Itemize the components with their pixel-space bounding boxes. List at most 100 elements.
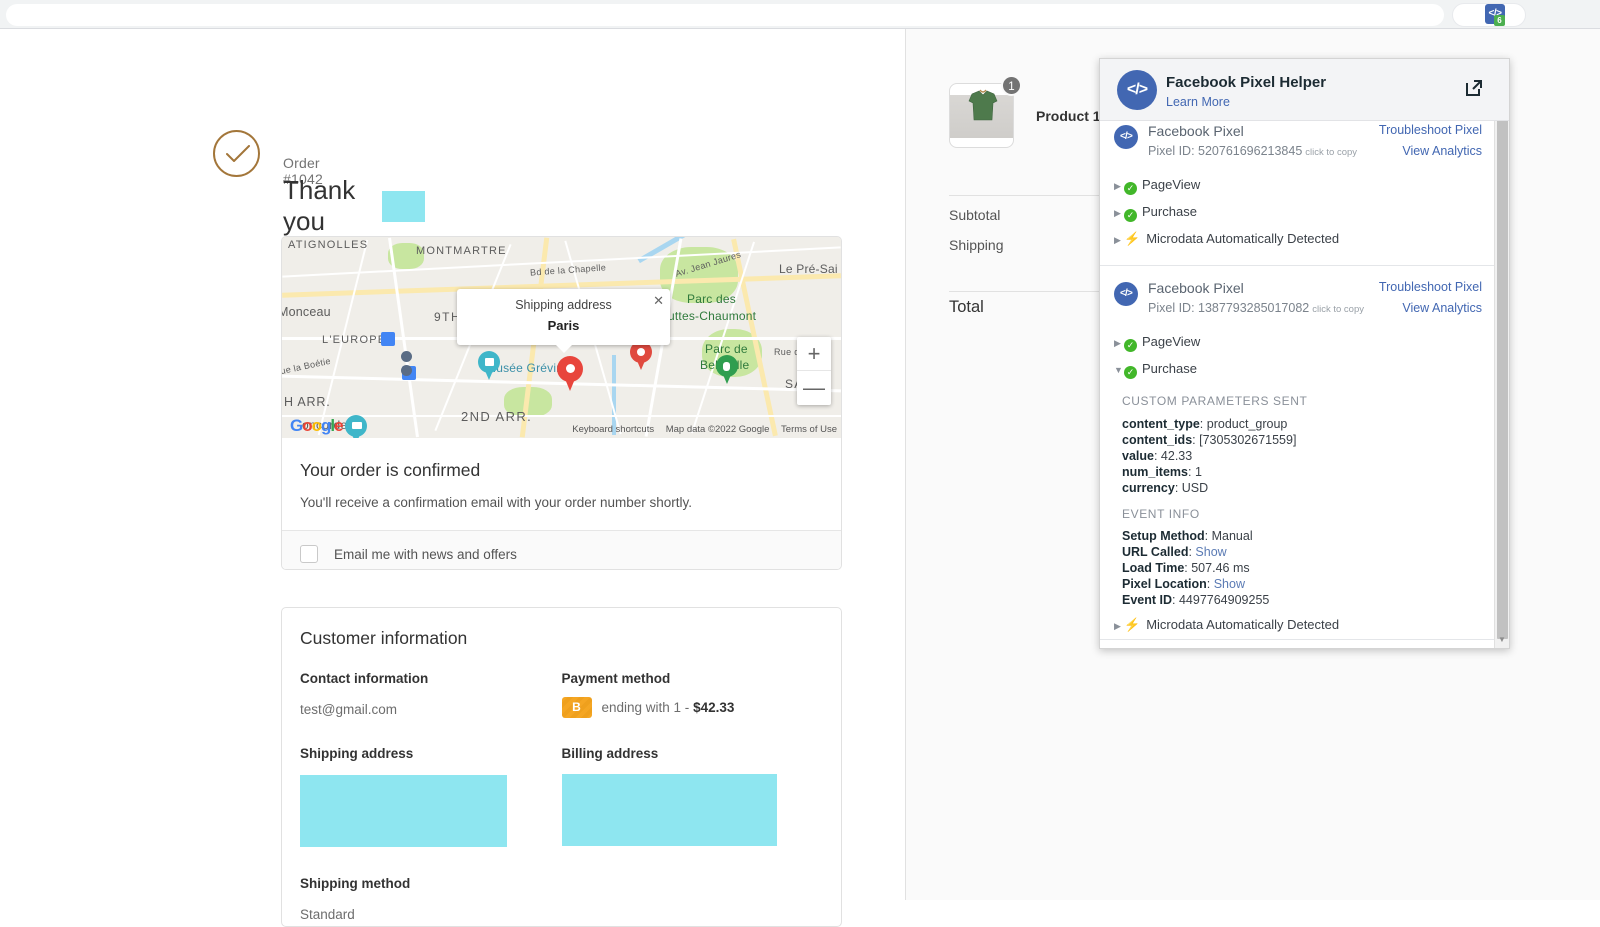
map-credits: Keyboard shortcuts Map data ©2022 Google… xyxy=(563,424,837,435)
chevron-down-icon: ▼ xyxy=(1114,365,1123,375)
chevron-right-icon: ▶ xyxy=(1114,208,1121,218)
zoom-in-button[interactable]: + xyxy=(797,337,831,371)
pixel-event-microdata[interactable]: ▶ ⚡ Microdata Automatically Detected xyxy=(1114,617,1339,633)
pixel-event-purchase[interactable]: ▶ ✓ Purchase xyxy=(1114,204,1197,222)
thank-you-row: Thank you xyxy=(283,175,426,237)
pixel-event-purchase[interactable]: ▼ ✓ Purchase xyxy=(1114,361,1197,379)
contact-payment-grid: Contact information test@gmail.com Payme… xyxy=(300,671,823,718)
map-info-title: Shipping address xyxy=(515,298,612,312)
map-label-le-pre-saint: Le Pré-Sai xyxy=(779,262,838,276)
bolt-icon: ⚡ xyxy=(1124,617,1141,632)
map-poi-pin-park[interactable] xyxy=(716,355,738,385)
payment-ending-text: ending with 1 - xyxy=(601,700,694,715)
pixel-event-pageview[interactable]: ▶ ✓ PageView xyxy=(1114,334,1200,352)
map-poi-pin-museum[interactable] xyxy=(478,351,500,381)
event-info-event-id: Event ID: 4497764909255 xyxy=(1122,593,1270,607)
pixel-id[interactable]: Pixel ID: 520761696213845 click to copy xyxy=(1148,144,1357,158)
check-status-icon: ✓ xyxy=(1124,182,1137,195)
shipping-map[interactable]: ATIGNOLLES MONTMARTRE Bd de la Chapelle … xyxy=(282,237,841,438)
page-content: Order #1042 Thank you ATIGNOLLES MONTMAR… xyxy=(0,29,1600,927)
browser-toolbar: </> 6 xyxy=(0,0,1600,29)
confirmation-title: Your order is confirmed xyxy=(300,460,481,480)
param-value: 1 xyxy=(1194,465,1202,479)
bolt-icon: ⚡ xyxy=(1124,231,1141,246)
open-in-new-icon[interactable] xyxy=(1464,78,1484,103)
billing-address-value-redacted xyxy=(561,774,777,846)
confirmation-body: Your order is confirmed You'll receive a… xyxy=(282,438,841,530)
param-value: value: 42.33 xyxy=(1122,449,1193,463)
map-zoom-controls: + — xyxy=(797,337,831,405)
map-transit-icon-1[interactable] xyxy=(381,332,395,346)
map-poi-pin-red[interactable] xyxy=(630,341,652,371)
pixel-id-text: Pixel ID: 520761696213845 xyxy=(1148,144,1303,158)
learn-more-link[interactable]: Learn More xyxy=(1166,95,1230,109)
facebook-pixel-helper-logo: </> xyxy=(1117,70,1157,110)
popup-scrollbar[interactable]: ▲ ▼ xyxy=(1494,59,1509,648)
close-icon[interactable]: ✕ xyxy=(653,293,664,309)
map-label-batignolles: ATIGNOLLES xyxy=(288,239,369,251)
order-confirmation-card: ATIGNOLLES MONTMARTRE Bd de la Chapelle … xyxy=(281,236,842,570)
troubleshoot-pixel-link[interactable]: Troubleshoot Pixel xyxy=(1379,280,1482,294)
pixel-event-microdata[interactable]: ▶ ⚡ Microdata Automatically Detected xyxy=(1114,231,1339,247)
pixel-id-text: Pixel ID: 1387793285017082 xyxy=(1148,301,1310,315)
pixel-id-copy-hint: click to copy xyxy=(1305,147,1358,158)
map-label-2nd-arr: 2ND ARR. xyxy=(461,409,533,424)
event-label: Microdata Automatically Detected xyxy=(1146,617,1340,632)
map-transit-icon-3[interactable] xyxy=(401,351,412,362)
zoom-out-button[interactable]: — xyxy=(797,371,831,405)
map-label-parc-de: Parc de xyxy=(705,342,748,356)
map-label-parc-des-buttes: Parc des xyxy=(687,292,736,306)
pixel-helper-title: Facebook Pixel Helper xyxy=(1166,74,1327,91)
page-title: Thank you xyxy=(283,175,356,236)
facebook-pixel-helper-extension-button[interactable]: </> 6 xyxy=(1485,4,1507,26)
product-thumbnail-wrap: 1 xyxy=(949,75,1022,148)
event-label: Purchase xyxy=(1142,204,1197,219)
order-summary-line-item: 1 Product 1 xyxy=(949,75,1101,148)
event-info-heading: EVENT INFO xyxy=(1122,507,1200,521)
confirmation-subtitle: You'll receive a confirmation email with… xyxy=(300,495,693,510)
shipping-address-value-redacted xyxy=(300,775,507,847)
map-transit-icon-4[interactable] xyxy=(401,365,412,376)
payment-method-block: Payment method B ending with 1 - $42.33 xyxy=(561,671,824,718)
chevron-right-icon: ▶ xyxy=(1114,235,1121,245)
terms-of-use-link[interactable]: Terms of Use xyxy=(781,424,837,435)
payment-method-value: ending with 1 - $42.33 xyxy=(602,700,735,715)
pixel-event-pageview[interactable]: ▶ ✓ PageView xyxy=(1114,177,1200,195)
event-label: Microdata Automatically Detected xyxy=(1146,231,1340,246)
customer-name-redacted xyxy=(382,190,426,222)
newsletter-row[interactable]: Email me with news and offers xyxy=(282,530,841,569)
keyboard-shortcuts-link[interactable]: Keyboard shortcuts xyxy=(572,424,654,435)
tshirt-icon xyxy=(968,89,998,121)
pixel-id-copy-hint: click to copy xyxy=(1312,304,1364,315)
scrollbar-thumb[interactable] xyxy=(1497,99,1508,639)
chevron-right-icon: ▶ xyxy=(1114,181,1121,191)
param-value: 42.33 xyxy=(1160,449,1193,463)
chevron-right-icon: ▶ xyxy=(1114,338,1121,348)
newsletter-checkbox[interactable] xyxy=(300,545,318,563)
show-pixel-location-link[interactable]: Show xyxy=(1214,577,1245,591)
pixel-id[interactable]: Pixel ID: 1387793285017082 click to copy xyxy=(1148,301,1364,315)
view-analytics-link[interactable]: View Analytics xyxy=(1402,144,1482,158)
extension-badge-count: 6 xyxy=(1494,15,1505,26)
param-value: [7305302671559] xyxy=(1199,433,1297,447)
map-info-value: Paris xyxy=(547,318,580,333)
payment-method-value-row: B ending with 1 - $42.33 xyxy=(561,697,824,718)
troubleshoot-pixel-link[interactable]: Troubleshoot Pixel xyxy=(1379,123,1482,137)
shipping-address-pin[interactable] xyxy=(557,356,583,392)
show-url-link[interactable]: Show xyxy=(1195,545,1226,559)
check-circle-icon xyxy=(213,130,260,177)
addresses-grid: Shipping address Billing address xyxy=(300,746,823,852)
scroll-down-arrow-icon[interactable]: ▼ xyxy=(1495,632,1509,648)
map-label-leurope: L'EUROPE xyxy=(322,334,387,346)
view-analytics-link[interactable]: View Analytics xyxy=(1402,301,1482,315)
address-bar[interactable] xyxy=(6,4,1444,26)
map-data-attribution: Map data ©2022 Google xyxy=(665,424,770,435)
param-value: USD xyxy=(1181,481,1209,495)
map-poi-pin-photo[interactable] xyxy=(345,415,367,438)
product-name: Product 1 xyxy=(1036,107,1101,124)
event-info-load-time: Load Time: 507.46 ms xyxy=(1122,561,1250,575)
pixel-name: Facebook Pixel xyxy=(1148,123,1244,139)
shipping-address-label: Shipping address xyxy=(300,746,414,761)
check-status-icon: ✓ xyxy=(1124,366,1137,379)
customer-information-title: Customer information xyxy=(300,628,468,648)
